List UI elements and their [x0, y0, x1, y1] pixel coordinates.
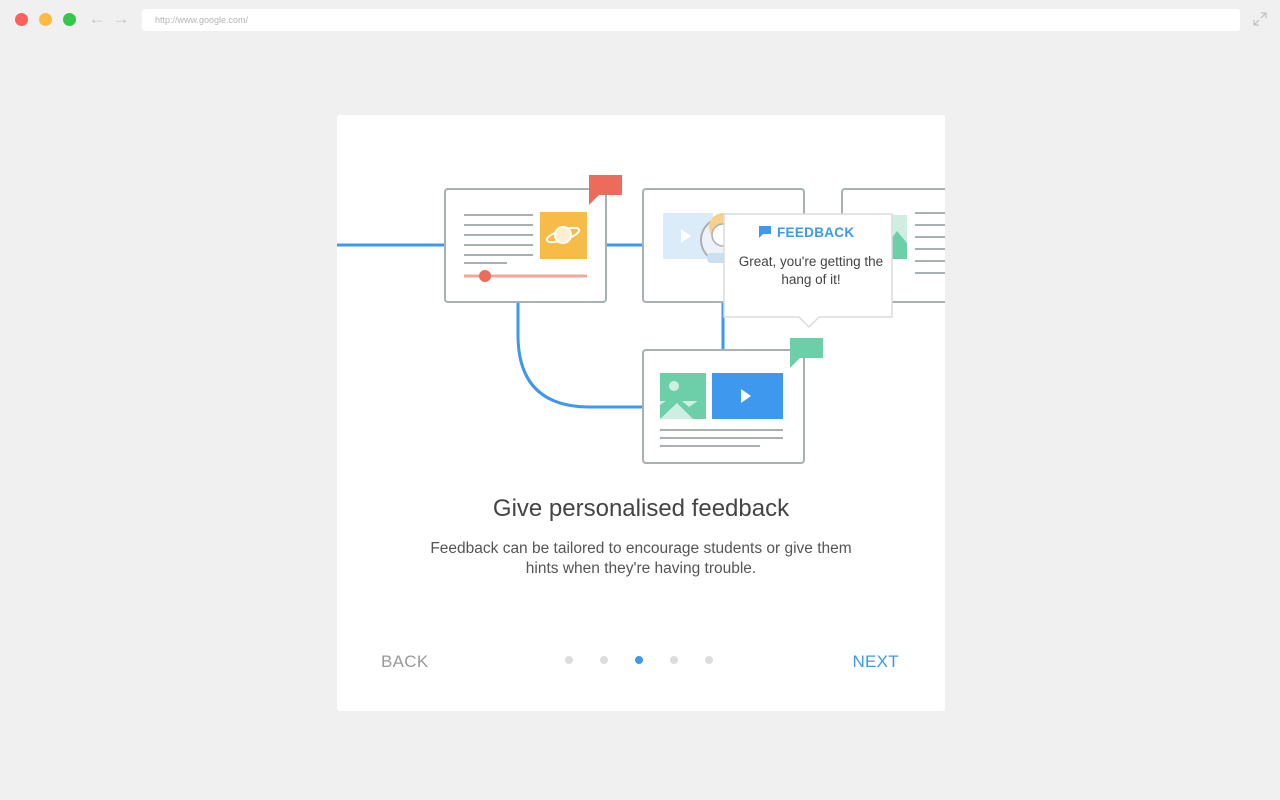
step-dot-1[interactable] [565, 656, 573, 664]
onboarding-card: FEEDBACK Great, you're getting the hang … [337, 115, 945, 711]
page-title: Give personalised feedback [492, 495, 790, 522]
back-button[interactable]: BACK [381, 652, 429, 672]
step-dot-3[interactable] [635, 656, 643, 664]
tooltip-title: FEEDBACK [777, 225, 855, 240]
minimize-window-button[interactable] [39, 13, 52, 26]
arrow-right-icon[interactable]: → [112, 9, 130, 29]
step-dot-4[interactable] [670, 656, 678, 664]
arrow-left-icon[interactable]: ← [88, 9, 106, 29]
step-dot-5[interactable] [705, 656, 713, 664]
step-indicator [565, 656, 717, 664]
feedback-illustration [337, 175, 945, 464]
image-icon [660, 373, 706, 419]
expand-icon[interactable] [1253, 12, 1267, 26]
page-description: Feedback can be tailored to encourage st… [430, 540, 852, 577]
lesson-card-media [642, 349, 805, 464]
maximize-window-button[interactable] [63, 13, 76, 26]
lesson-card-article [444, 188, 607, 303]
close-window-button[interactable] [15, 13, 28, 26]
tooltip-text: Great, you're getting the hang of it! [738, 254, 884, 287]
browser-toolbar: ← → http://www.google.com/ [0, 0, 1280, 40]
address-bar[interactable]: http://www.google.com/ [142, 9, 1240, 31]
step-dot-2[interactable] [600, 656, 608, 664]
next-button[interactable]: NEXT [852, 652, 899, 672]
